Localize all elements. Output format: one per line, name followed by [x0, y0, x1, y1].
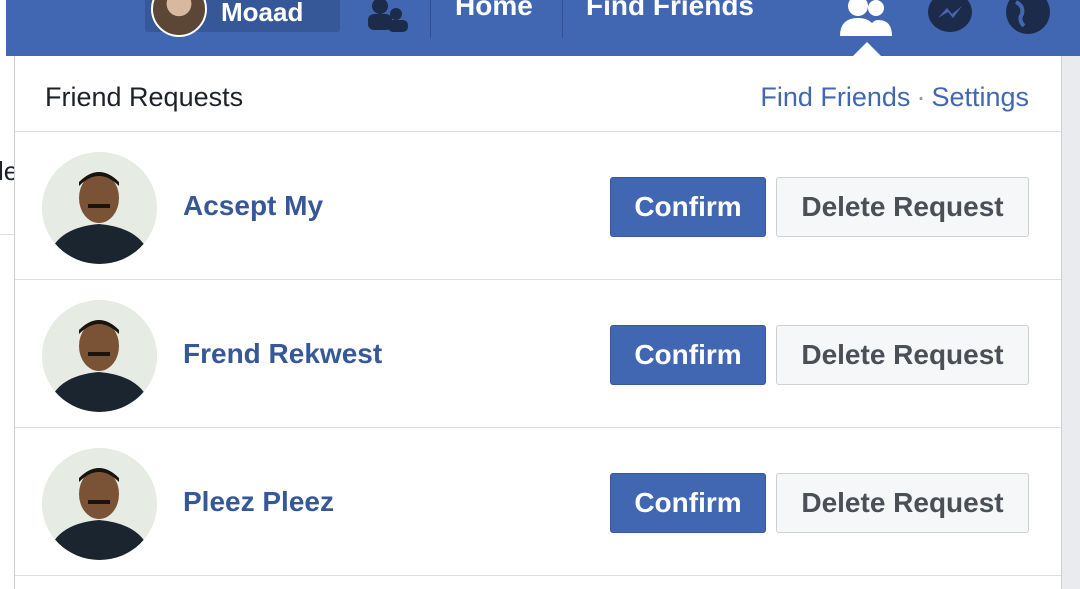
friend-request-row: Pleez Pleez Confirm Delete Request	[15, 428, 1061, 576]
requester-name[interactable]: Acsept My	[183, 190, 323, 222]
profile-avatar	[151, 0, 207, 37]
nav-home-link[interactable]: Home	[455, 0, 533, 22]
delete-request-button[interactable]: Delete Request	[776, 177, 1029, 237]
find-friends-link[interactable]: Find Friends	[760, 82, 910, 112]
nav-separator	[562, 0, 563, 38]
requester-avatar[interactable]	[42, 448, 157, 560]
confirm-button[interactable]: Confirm	[610, 325, 766, 385]
friend-request-row: Acsept My Confirm Delete Request	[15, 132, 1061, 280]
delete-request-button[interactable]: Delete Request	[776, 473, 1029, 533]
delete-request-button[interactable]: Delete Request	[776, 325, 1029, 385]
requester-avatar[interactable]	[42, 300, 157, 412]
messenger-icon[interactable]	[920, 0, 980, 38]
requester-avatar[interactable]	[42, 152, 157, 264]
top-navigation-bar: Moaad Home Find Friends	[0, 0, 1080, 56]
link-separator: ·	[916, 82, 926, 112]
profile-name: Moaad	[221, 0, 304, 27]
nav-separator	[430, 0, 431, 38]
friends-nav-icon[interactable]	[362, 0, 412, 32]
requester-name[interactable]: Frend Rekwest	[183, 338, 382, 370]
friend-requests-dropdown: Friend Requests Find Friends · Settings Ac…	[14, 56, 1062, 589]
friend-request-row: Frend Rekwest Confirm Delete Request	[15, 280, 1061, 428]
dropdown-header: Friend Requests Find Friends · Settings	[15, 56, 1061, 132]
dropdown-pointer	[853, 42, 881, 56]
header-links: Find Friends · Settings	[760, 82, 1029, 113]
background-page: le	[0, 56, 18, 589]
friend-requests-icon[interactable]	[834, 0, 894, 38]
nav-find-friends-link[interactable]: Find Friends	[586, 0, 754, 22]
settings-link[interactable]: Settings	[931, 82, 1029, 112]
requester-name[interactable]: Pleez Pleez	[183, 486, 334, 518]
confirm-button[interactable]: Confirm	[610, 473, 766, 533]
confirm-button[interactable]: Confirm	[610, 177, 766, 237]
profile-link[interactable]: Moaad	[145, 0, 340, 37]
dropdown-title: Friend Requests	[45, 82, 244, 112]
background-divider	[0, 234, 14, 235]
globe-notifications-icon[interactable]	[996, 0, 1056, 38]
nav-edge	[0, 0, 6, 56]
